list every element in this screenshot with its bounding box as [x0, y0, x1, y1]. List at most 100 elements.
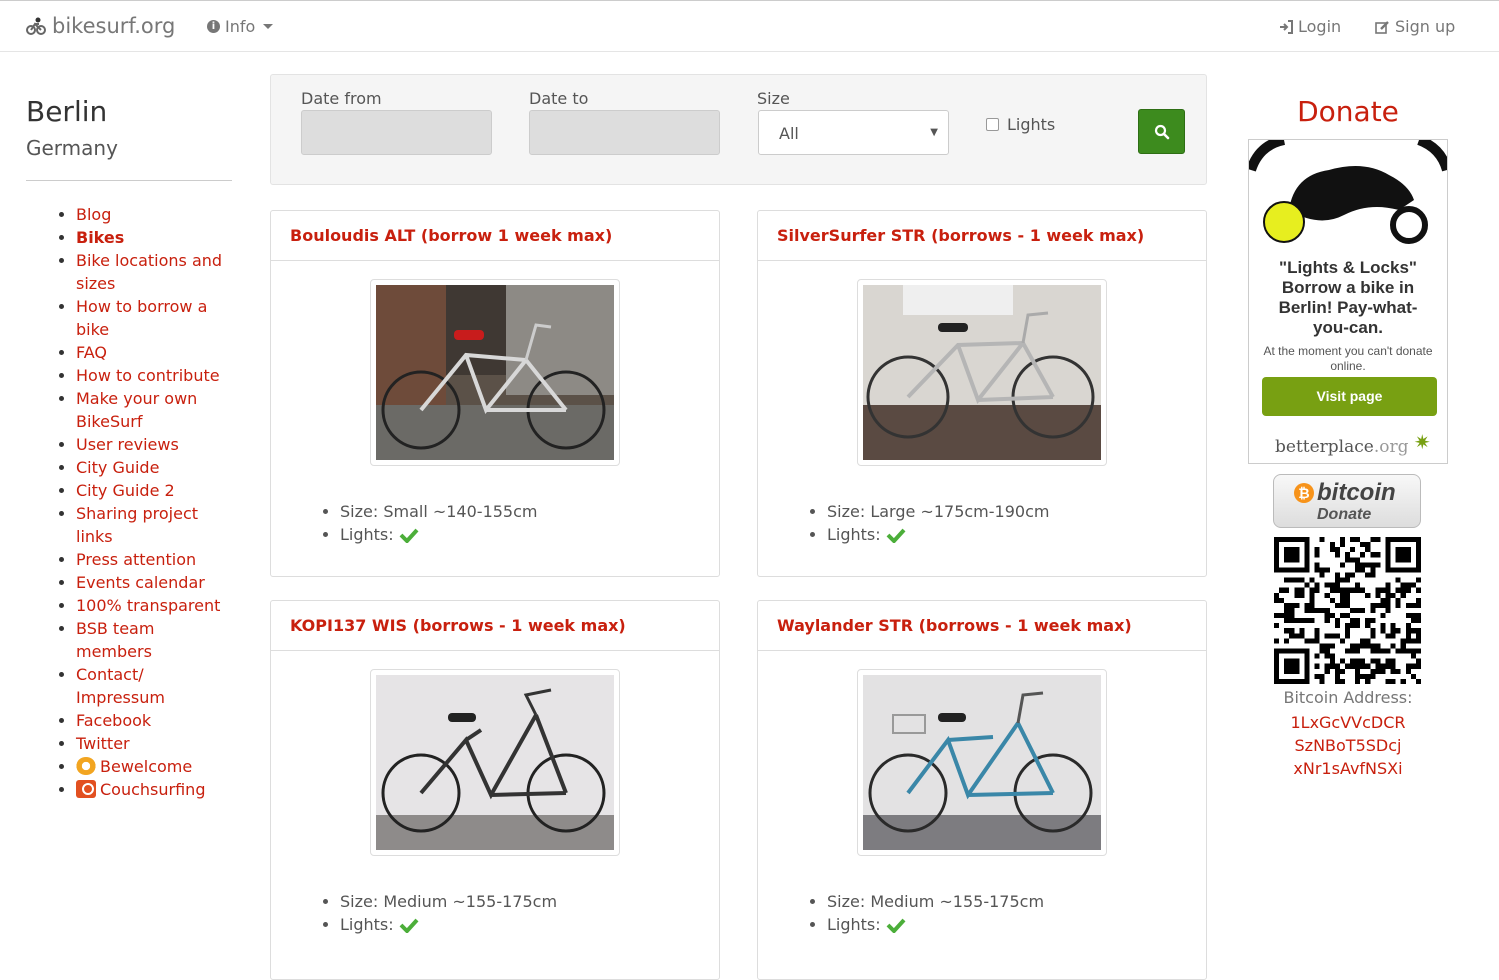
- sidebar-link[interactable]: Bikes: [76, 228, 124, 247]
- bike-size: Size: Medium ~155-175cm: [340, 890, 557, 913]
- signup-link[interactable]: Sign up: [1375, 17, 1455, 36]
- bike-card: Bouloudis ALT (borrow 1 week max) Size: …: [270, 210, 720, 577]
- info-dropdown[interactable]: i Info: [207, 17, 274, 36]
- campaign-title: "Lights & Locks" Borrow a bike in Berlin…: [1278, 258, 1418, 337]
- couchsurfing-icon: [76, 780, 96, 798]
- bike-card-header: KOPI137 WIS (borrows - 1 week max): [271, 601, 719, 651]
- lights-checkbox[interactable]: [986, 118, 999, 131]
- bike-photo: [863, 675, 1101, 850]
- sidebar-link[interactable]: How to borrow a bike: [76, 297, 207, 339]
- bitcoin-address[interactable]: 1LxGcVVcDCR SzNBoT5SDcj xNr1sAvfNSXi: [1248, 711, 1448, 780]
- country-subtitle: Germany: [26, 136, 118, 160]
- sidebar-link[interactable]: Couchsurfing: [76, 780, 205, 799]
- login-link[interactable]: Login: [1279, 17, 1341, 36]
- sidebar-item: Bewelcome: [76, 755, 232, 778]
- bike-specs: Size: Small ~140-155cm Lights:: [340, 500, 537, 546]
- bike-title-link[interactable]: SilverSurfer STR (borrows - 1 week max): [777, 226, 1144, 245]
- sidebar-divider: [26, 180, 232, 181]
- sidebar-link[interactable]: FAQ: [76, 343, 107, 362]
- date-from-input[interactable]: [301, 110, 492, 155]
- bike-card-header: Bouloudis ALT (borrow 1 week max): [271, 211, 719, 261]
- bike-photo: [376, 675, 614, 850]
- date-from-label: Date from: [301, 89, 382, 108]
- campaign-note: At the moment you can't donate online.: [1263, 344, 1433, 373]
- sidebar-link[interactable]: Bike locations and sizes: [76, 251, 222, 293]
- sidebar-item: BSB team members: [76, 617, 232, 663]
- sidebar-link[interactable]: User reviews: [76, 435, 179, 454]
- bike-size: Size: Small ~140-155cm: [340, 500, 537, 523]
- search-icon: [1154, 124, 1169, 139]
- bitcoin-donate-button[interactable]: ₿ bitcoin Donate: [1273, 474, 1421, 528]
- betterplace-logo[interactable]: betterplace.org ✷: [1275, 430, 1431, 457]
- sidebar-link[interactable]: How to contribute: [76, 366, 220, 385]
- edit-icon: [1375, 20, 1389, 34]
- sidebar-item: Blog: [76, 203, 232, 226]
- bike-card: SilverSurfer STR (borrows - 1 week max) …: [757, 210, 1207, 577]
- sidebar-item: Bike locations and sizes: [76, 249, 232, 295]
- sidebar-item: Press attention: [76, 548, 232, 571]
- size-select[interactable]: All ▼: [758, 110, 949, 155]
- sidebar-item: Sharing project links: [76, 502, 232, 548]
- donate-heading: Donate: [1297, 95, 1399, 128]
- visit-page-button[interactable]: Visit page: [1262, 377, 1437, 416]
- lights-checkbox-label[interactable]: Lights: [986, 115, 1055, 134]
- brand-name: bikesurf.org: [52, 14, 176, 38]
- bike-size: Size: Large ~175cm-190cm: [827, 500, 1049, 523]
- bike-specs: Size: Medium ~155-175cm Lights:: [827, 890, 1044, 936]
- sidebar-item: How to borrow a bike: [76, 295, 232, 341]
- starburst-icon: ✷: [1413, 430, 1431, 454]
- sidebar-item: Twitter: [76, 732, 232, 755]
- sidebar-link[interactable]: City Guide 2: [76, 481, 175, 500]
- bike-title-link[interactable]: Waylander STR (borrows - 1 week max): [777, 616, 1132, 635]
- search-button[interactable]: [1138, 109, 1185, 154]
- signup-label: Sign up: [1395, 17, 1456, 36]
- bike-bear-banner-image: [1249, 140, 1447, 244]
- checkmark-icon: [886, 918, 906, 933]
- sidebar-link[interactable]: Sharing project links: [76, 504, 198, 546]
- sidebar-link[interactable]: Press attention: [76, 550, 196, 569]
- brand-link[interactable]: bikesurf.org: [26, 14, 175, 38]
- sidebar-link[interactable]: 100% transparent: [76, 596, 220, 615]
- bike-search-panel: Date from Date to Size All ▼ Lights: [270, 74, 1207, 185]
- bike-lights: Lights:: [827, 523, 1049, 546]
- sidebar-menu: BlogBikesBike locations and sizesHow to …: [26, 203, 232, 801]
- bike-title-link[interactable]: KOPI137 WIS (borrows - 1 week max): [290, 616, 626, 635]
- sidebar-link[interactable]: Events calendar: [76, 573, 205, 592]
- login-label: Login: [1298, 17, 1342, 36]
- select-arrow-icon: ▼: [930, 127, 938, 138]
- bike-lights: Lights:: [340, 523, 537, 546]
- betterplace-widget: "Lights & Locks" Borrow a bike in Berlin…: [1248, 139, 1448, 464]
- bike-photo-frame[interactable]: [857, 669, 1107, 856]
- left-sidebar: Berlin Germany Blog Bikes Bike locations a…: [26, 95, 232, 801]
- bitcoin-donate-label: Donate: [1317, 506, 1372, 523]
- cyclist-logo-icon: [26, 17, 46, 35]
- sign-in-icon: [1280, 19, 1293, 34]
- bike-card-header: SilverSurfer STR (borrows - 1 week max): [758, 211, 1206, 261]
- info-icon: i: [207, 20, 220, 33]
- checkmark-icon: [886, 528, 906, 543]
- sidebar-link[interactable]: Bewelcome: [76, 757, 192, 776]
- sidebar-link[interactable]: City Guide: [76, 458, 159, 477]
- sidebar-item: Bikes: [76, 226, 232, 249]
- sidebar-link[interactable]: Twitter: [76, 734, 130, 753]
- bike-photo-frame[interactable]: [370, 669, 620, 856]
- date-to-input[interactable]: [529, 110, 720, 155]
- sidebar-item: City Guide: [76, 456, 232, 479]
- bitcoin-word: bitcoin: [1317, 479, 1396, 506]
- bike-title-link[interactable]: Bouloudis ALT (borrow 1 week max): [290, 226, 612, 245]
- bitcoin-icon: ₿: [1294, 483, 1314, 503]
- sidebar-link[interactable]: Blog: [76, 205, 111, 224]
- sidebar-link[interactable]: Contact/ Impressum: [76, 665, 165, 707]
- bike-specs: Size: Large ~175cm-190cm Lights:: [827, 500, 1049, 546]
- bike-lights: Lights:: [340, 913, 557, 936]
- sidebar-item: 100% transparent: [76, 594, 232, 617]
- bike-card: KOPI137 WIS (borrows - 1 week max) Size:…: [270, 600, 720, 980]
- city-title: Berlin: [26, 95, 108, 128]
- bike-specs: Size: Medium ~155-175cm Lights:: [340, 890, 557, 936]
- bike-photo-frame[interactable]: [370, 279, 620, 466]
- sidebar-link[interactable]: Make your own BikeSurf: [76, 389, 197, 431]
- sidebar-link[interactable]: BSB team members: [76, 619, 154, 661]
- bike-size: Size: Medium ~155-175cm: [827, 890, 1044, 913]
- sidebar-link[interactable]: Facebook: [76, 711, 151, 730]
- bike-photo-frame[interactable]: [857, 279, 1107, 466]
